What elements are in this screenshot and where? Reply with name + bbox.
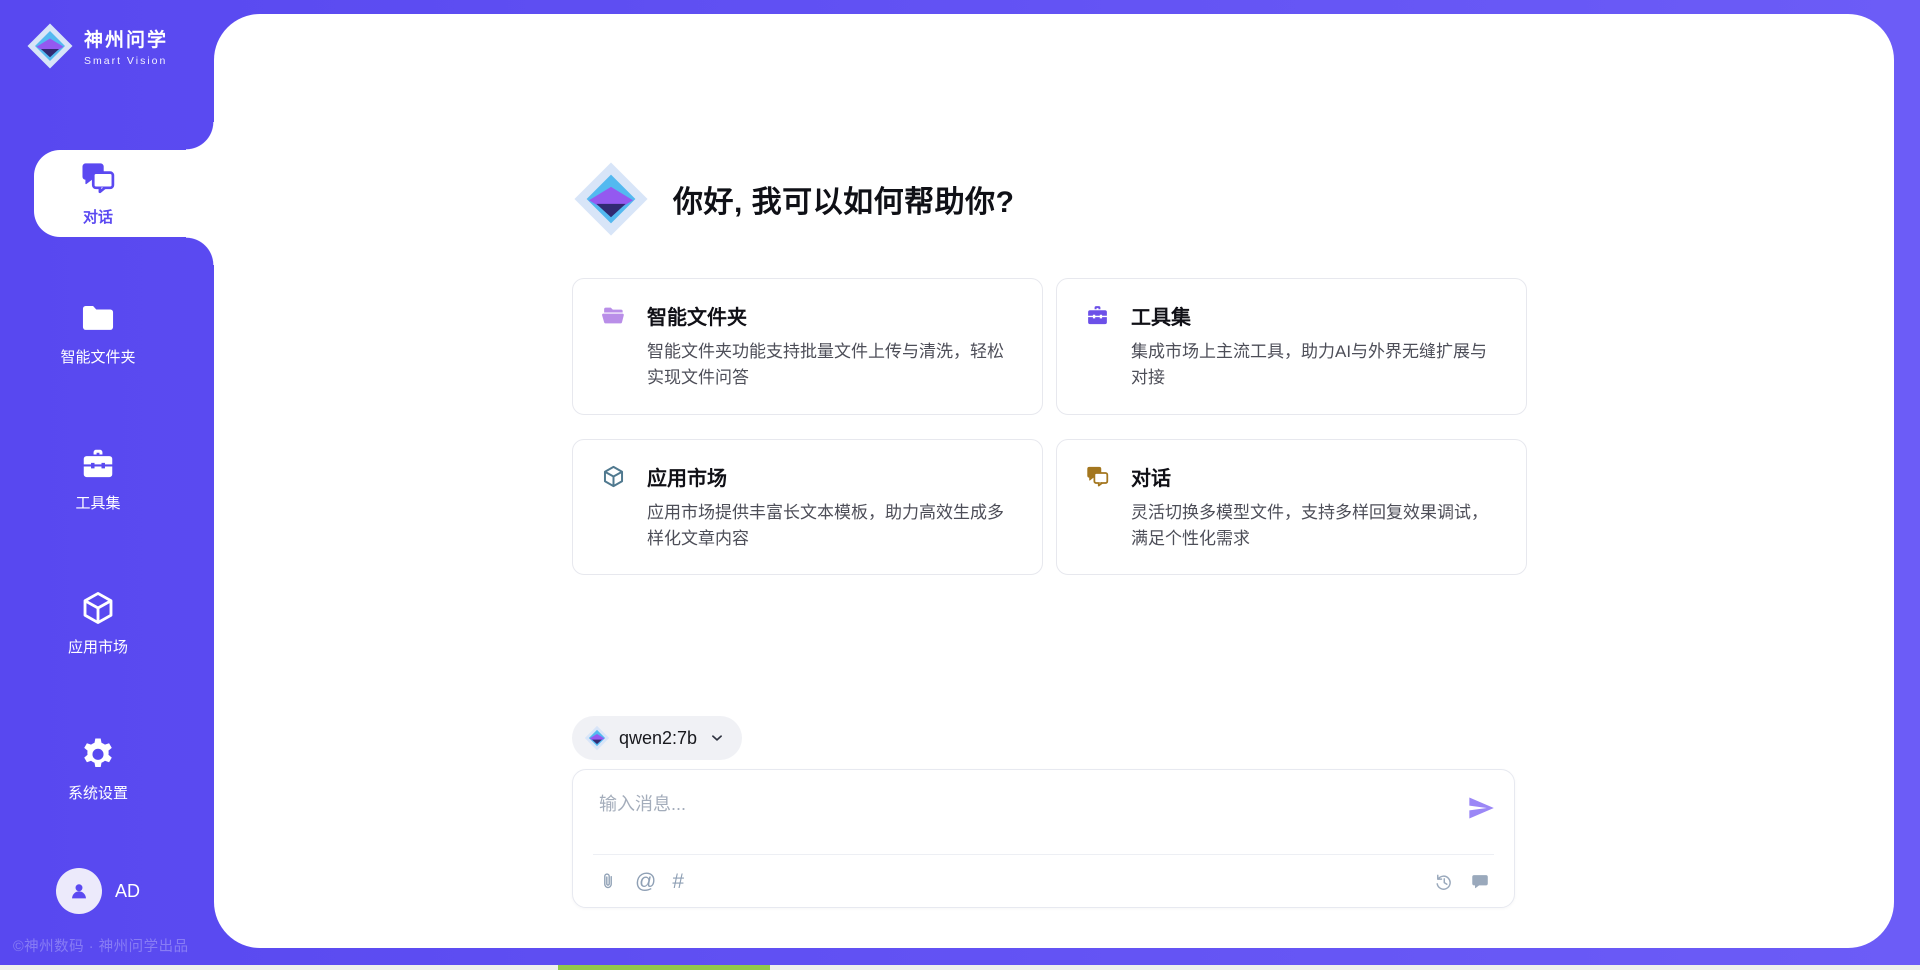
sidebar-item-chat[interactable]: 对话 xyxy=(0,159,196,227)
gear-icon xyxy=(79,735,117,773)
main-panel: 你好, 我可以如何帮助你? 智能文件夹 智能文件夹功能支持批量文件上传与清洗，轻… xyxy=(214,14,1894,948)
feature-cards: 智能文件夹 智能文件夹功能支持批量文件上传与清洗，轻松实现文件问答 工具集 集 xyxy=(572,278,1516,575)
card-description: 集成市场上主流工具，助力AI与外界无缝扩展与对接 xyxy=(1131,339,1498,392)
card-description: 智能文件夹功能支持批量文件上传与清洗，轻松实现文件问答 xyxy=(647,339,1014,392)
copyright-text: ©神州数码 · 神州问学出品 xyxy=(13,935,208,956)
send-icon xyxy=(1467,794,1495,822)
sidebar-item-label: 工具集 xyxy=(75,492,120,513)
feature-card-chat[interactable]: 对话 灵活切换多模型文件，支持多样回复效果调试，满足个性化需求 xyxy=(1056,439,1527,576)
bottom-edge-strip xyxy=(0,965,1920,970)
chat-icon xyxy=(79,159,117,197)
hashtag-icon[interactable]: # xyxy=(672,871,684,893)
composer-divider xyxy=(593,854,1494,855)
sidebar-item-smart-folder[interactable]: 智能文件夹 xyxy=(0,299,196,367)
brand-logo-icon xyxy=(26,22,74,70)
message-composer: @ # xyxy=(572,769,1515,908)
model-name: qwen2:7b xyxy=(619,728,697,749)
feature-card-smart-folder[interactable]: 智能文件夹 智能文件夹功能支持批量文件上传与清洗，轻松实现文件问答 xyxy=(572,278,1043,415)
user-profile[interactable]: AD xyxy=(0,868,196,914)
sidebar-item-label: 对话 xyxy=(83,206,113,227)
attachment-icon[interactable] xyxy=(597,871,619,893)
folder-icon xyxy=(79,299,117,337)
sidebar: 神州问学 Smart Vision 对话 智能文件夹 xyxy=(0,0,214,970)
sidebar-item-label: 系统设置 xyxy=(68,782,128,803)
message-input[interactable] xyxy=(597,788,1427,846)
sidebar-item-label: 智能文件夹 xyxy=(60,346,135,367)
mention-at-icon[interactable]: @ xyxy=(635,871,656,893)
card-title: 对话 xyxy=(1131,462,1171,491)
card-description: 应用市场提供丰富长文本模板，助力高效生成多样化文章内容 xyxy=(647,500,1014,553)
chevron-down-icon xyxy=(708,729,726,747)
model-logo-icon xyxy=(584,725,610,751)
person-icon xyxy=(66,878,92,904)
assistant-logo-icon xyxy=(572,160,650,238)
card-title: 智能文件夹 xyxy=(647,301,747,330)
card-title: 应用市场 xyxy=(647,462,727,491)
bottom-edge-green-segment xyxy=(558,965,770,970)
card-description: 灵活切换多模型文件，支持多样回复效果调试，满足个性化需求 xyxy=(1131,500,1498,553)
brand-subtitle: Smart Vision xyxy=(84,55,168,67)
chat-icon xyxy=(1085,464,1110,489)
brand-name: 神州问学 xyxy=(84,25,168,52)
history-icon[interactable] xyxy=(1433,871,1455,893)
model-selector[interactable]: qwen2:7b xyxy=(572,716,742,760)
greeting: 你好, 我可以如何帮助你? xyxy=(572,160,1015,238)
sidebar-item-toolset[interactable]: 工具集 xyxy=(0,445,196,513)
sidebar-item-settings[interactable]: 系统设置 xyxy=(0,735,196,803)
greeting-title: 你好, 我可以如何帮助你? xyxy=(673,177,1015,221)
card-title: 工具集 xyxy=(1131,301,1191,330)
sidebar-item-label: 应用市场 xyxy=(68,636,128,657)
cube-icon xyxy=(601,464,626,489)
brand: 神州问学 Smart Vision xyxy=(26,22,168,70)
avatar xyxy=(56,868,102,914)
chat-bubble-icon[interactable] xyxy=(1470,871,1492,893)
feature-card-app-market[interactable]: 应用市场 应用市场提供丰富长文本模板，助力高效生成多样化文章内容 xyxy=(572,439,1043,576)
sidebar-item-app-market[interactable]: 应用市场 xyxy=(0,589,196,657)
feature-card-toolset[interactable]: 工具集 集成市场上主流工具，助力AI与外界无缝扩展与对接 xyxy=(1056,278,1527,415)
toolbox-icon xyxy=(79,445,117,483)
folder-icon xyxy=(601,303,626,328)
user-initials: AD xyxy=(115,881,140,902)
send-button[interactable] xyxy=(1466,794,1496,824)
cube-icon xyxy=(79,589,117,627)
toolbox-icon xyxy=(1085,303,1110,328)
